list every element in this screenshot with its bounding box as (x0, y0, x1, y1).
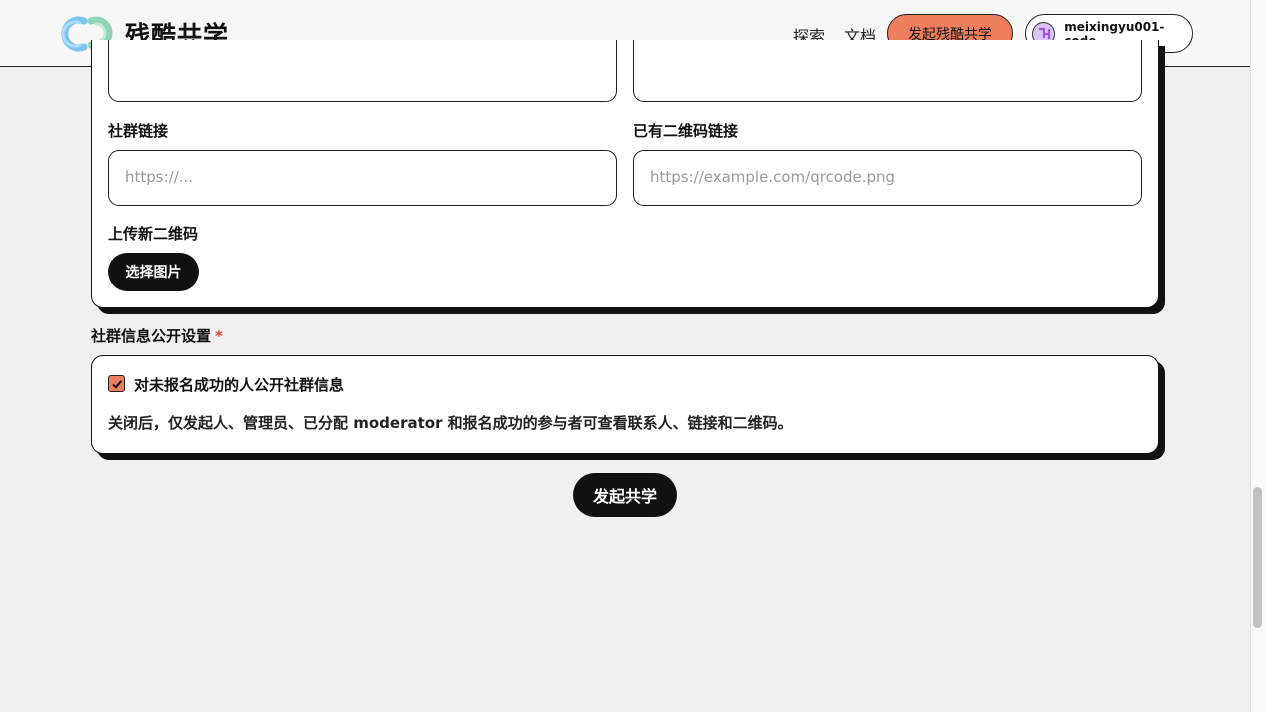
privacy-title-text: 社群信息公开设置 (91, 327, 212, 345)
qr-link-input[interactable]: https://example.com/qrcode.png (633, 150, 1142, 206)
qr-link-placeholder: https://example.com/qrcode.png (650, 168, 896, 186)
community-link-label: 社群链接 (108, 122, 169, 140)
required-mark: * (215, 327, 223, 345)
checkmark-icon (111, 379, 122, 389)
privacy-section-title: 社群信息公开设置 * (91, 325, 223, 346)
privacy-note: 关闭后，仅发起人、管理员、已分配 moderator 和报名成功的参与者可查看联… (108, 414, 793, 432)
choose-image-button[interactable]: 选择图片 (108, 253, 199, 291)
public-info-checkbox-label[interactable]: 对未报名成功的人公开社群信息 (134, 374, 344, 395)
previous-field-right[interactable] (633, 40, 1142, 102)
public-info-checkbox[interactable] (108, 375, 125, 392)
submit-button[interactable]: 发起共学 (573, 473, 677, 517)
qr-link-label: 已有二维码链接 (633, 122, 739, 140)
privacy-card (91, 355, 1159, 454)
community-link-placeholder: https://... (125, 168, 194, 186)
community-link-input[interactable]: https://... (108, 150, 617, 206)
upload-qr-label: 上传新二维码 (108, 225, 199, 243)
previous-field-left[interactable] (108, 40, 617, 102)
scrollbar-thumb[interactable] (1253, 487, 1262, 628)
